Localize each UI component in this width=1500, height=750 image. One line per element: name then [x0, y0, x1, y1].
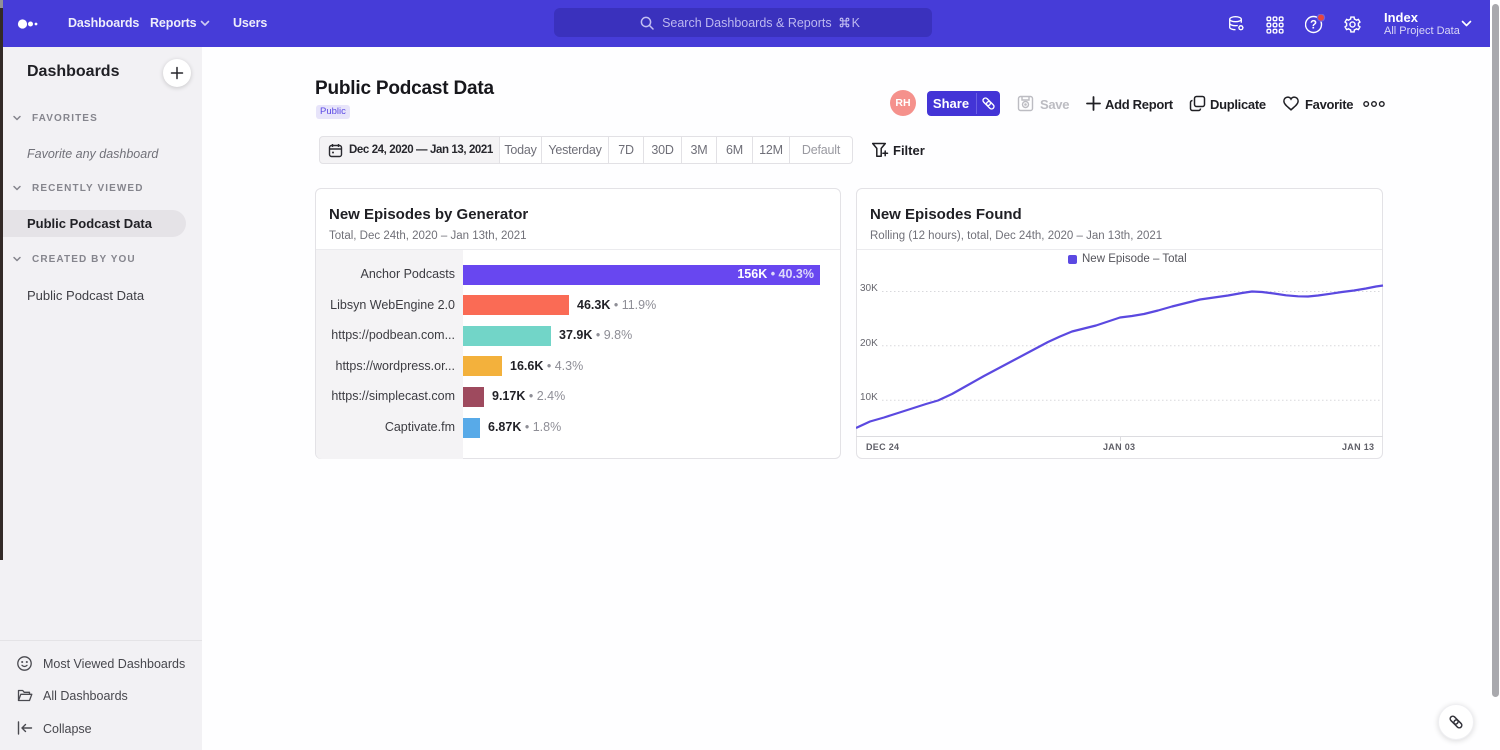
svg-text:?: ? [1310, 20, 1317, 32]
